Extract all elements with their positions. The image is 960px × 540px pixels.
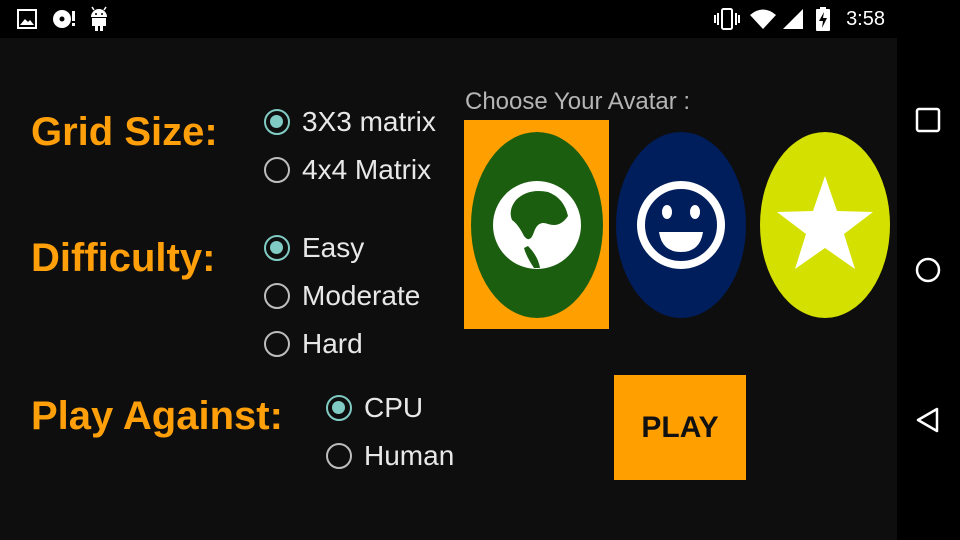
radio-label: 4x4 Matrix	[302, 154, 432, 185]
radio-checked-icon	[264, 235, 290, 261]
grid-size-label: Grid Size:	[31, 110, 218, 154]
navigation-bar	[897, 38, 960, 540]
grid-4x4-radio[interactable]: 4x4 Matrix	[264, 150, 431, 190]
radio-checked-icon	[326, 395, 352, 421]
game-settings-screen: Grid Size: 3X3 matrix 4x4 Matrix Difficu…	[0, 38, 897, 540]
opponent-cpu-radio[interactable]: CPU	[326, 388, 423, 428]
image-icon	[17, 9, 37, 29]
grid-3x3-radio[interactable]: 3X3 matrix	[264, 102, 436, 142]
wifi-icon	[750, 9, 776, 29]
radio-label: 3X3 matrix	[302, 106, 436, 137]
radio-label: Hard	[302, 328, 363, 359]
difficulty-easy-radio[interactable]: Easy	[264, 228, 364, 268]
status-bar: 3:58	[0, 0, 960, 38]
disc-alert-icon	[53, 10, 75, 28]
radio-label: Human	[364, 440, 455, 471]
globe-avatar-icon[interactable]	[468, 128, 606, 323]
radio-unchecked-icon	[326, 443, 352, 469]
radio-label: Easy	[302, 232, 365, 263]
radio-unchecked-icon	[264, 157, 290, 183]
status-time: 3:58	[846, 8, 885, 30]
play-button[interactable]: PLAY	[614, 375, 746, 480]
difficulty-hard-radio[interactable]: Hard	[264, 324, 363, 364]
signal-icon	[783, 9, 803, 29]
star-avatar-icon[interactable]	[758, 128, 892, 323]
difficulty-moderate-radio[interactable]: Moderate	[264, 276, 420, 316]
radio-unchecked-icon	[264, 331, 290, 357]
recents-square-icon[interactable]	[913, 105, 943, 135]
radio-label: Moderate	[302, 280, 421, 311]
radio-unchecked-icon	[264, 283, 290, 309]
radio-label: CPU	[364, 392, 424, 423]
vibrate-icon	[714, 8, 740, 30]
avatar-title: Choose Your Avatar :	[465, 88, 691, 115]
back-triangle-icon[interactable]	[913, 405, 943, 435]
play-against-label: Play Against:	[31, 394, 283, 438]
radio-checked-icon	[264, 109, 290, 135]
home-circle-icon[interactable]	[913, 255, 943, 285]
smiley-avatar-icon[interactable]	[614, 128, 748, 323]
battery-charging-icon	[816, 7, 830, 31]
android-icon	[91, 6, 107, 31]
opponent-human-radio[interactable]: Human	[326, 436, 454, 476]
difficulty-label: Difficulty:	[31, 236, 216, 280]
